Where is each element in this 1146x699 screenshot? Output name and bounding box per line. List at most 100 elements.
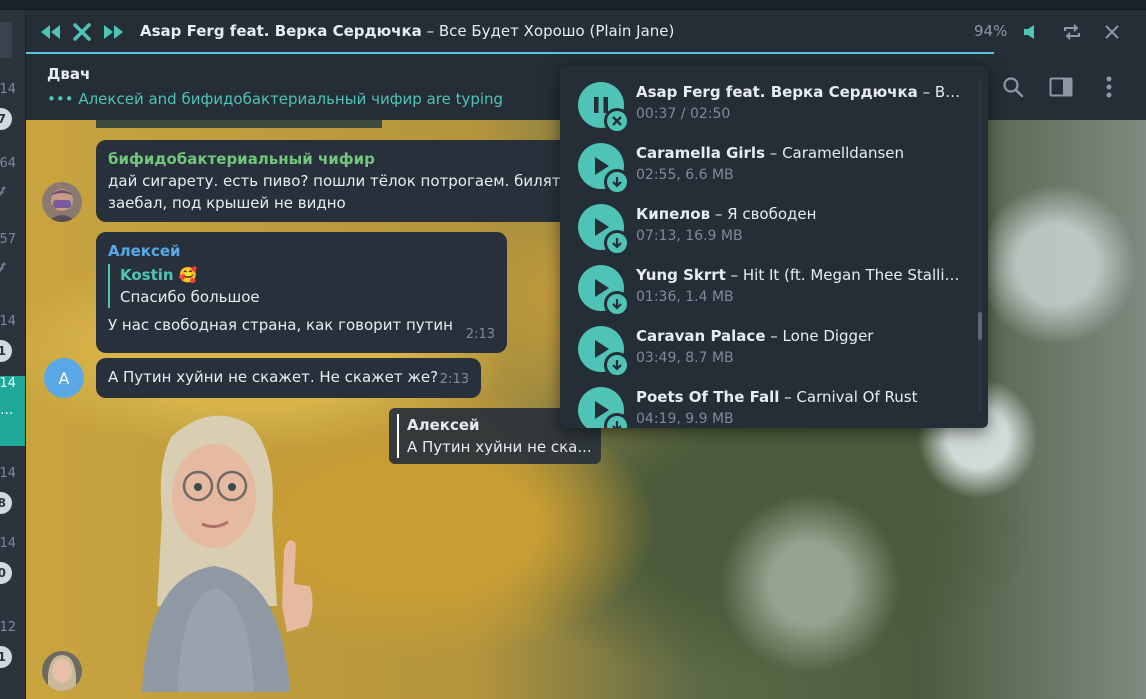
playlist-item-separator: – (765, 144, 783, 162)
avatar-letter: A (58, 368, 70, 388)
avatar[interactable] (42, 182, 82, 222)
playlist-item-track: Все Будет Хорошо (Plain Jane) (934, 83, 968, 101)
message-text: дай сигарету. есть пиво? пошли тёлок пот… (108, 172, 570, 190)
playlist-item-title: Caravan Palace – Lone Digger (636, 327, 968, 345)
typing-dots-icon: ••• (47, 90, 74, 108)
user-avatar-image (42, 651, 82, 691)
typing-indicator: ••• Алексей and бифидобактериальный чифи… (47, 90, 503, 108)
playlist-item-title: Кипелов – Я свободен (636, 205, 968, 223)
message-time: 2:13 (465, 327, 495, 342)
avatar[interactable] (42, 651, 82, 691)
playlist-item-meta: 07:13, 16.9 MB (636, 228, 743, 244)
quoted-reply[interactable]: Kostin 🥰 Спасибо большое (108, 264, 495, 308)
playlist-item[interactable]: Caravan Palace – Lone Digger 03:49, 8.7 M… (560, 310, 970, 378)
reply-text: А Путин хуйни не ска... (407, 438, 592, 456)
playlist-item[interactable]: Poets Of The Fall – Carnival Of Rust 04:1… (560, 371, 970, 428)
close-icon (73, 23, 91, 41)
chat-list-item[interactable]: 14 0 (0, 536, 25, 606)
message-bubble[interactable]: Алексей Kostin 🥰 Спасибо большое У нас с… (96, 232, 507, 353)
repeat-icon (1064, 24, 1080, 40)
playlist-popup[interactable]: Asap Ferg feat. Верка Сердючка – Все Буд… (560, 66, 988, 428)
chat-list-item[interactable]: 14 7 (0, 82, 25, 152)
download-icon (612, 238, 622, 249)
window-top-strip (0, 0, 1146, 10)
close-player-button[interactable] (1100, 20, 1124, 44)
typing-text: Алексей and бифидобактериальный чифир ar… (78, 90, 504, 108)
previous-track-button[interactable] (38, 20, 62, 44)
avatar[interactable]: A (44, 358, 84, 398)
playlist-item-separator: – (765, 327, 783, 345)
playlist-item-track: Lone Digger (782, 327, 874, 345)
playlist-item-artist: Yung Skrrt (636, 266, 726, 284)
sidebar-toggle-button[interactable] (1048, 74, 1074, 100)
chat-list-time: 14 (0, 466, 16, 481)
media-player-bar: Asap Ferg feat. Верка Сердючка – Все Буд… (26, 10, 1146, 54)
chat-list-item[interactable]: 12 1 (0, 620, 25, 690)
girl-thumbs-up-sticker (142, 415, 313, 692)
next-track-button[interactable] (102, 20, 126, 44)
now-playing-title[interactable]: Asap Ferg feat. Верка Сердючка – Все Буд… (140, 22, 674, 40)
quoted-sender: Kostin 🥰 (120, 266, 198, 284)
chat-list-time: 14 (0, 314, 16, 329)
message-sender: бифидобактериальный чифир (108, 150, 375, 168)
sticker-image[interactable] (122, 406, 322, 692)
fast-forward-icon (104, 25, 123, 39)
volume-button[interactable] (1020, 20, 1044, 44)
search-icon (1003, 77, 1024, 98)
message-bubble[interactable]: бифидобактериальный чифир дай сигарету. … (96, 140, 574, 222)
chat-list-panel: 147645714114...148140121 (0, 10, 26, 699)
playlist-item[interactable]: Asap Ferg feat. Верка Сердючка – Все Буд… (560, 66, 970, 134)
close-icon (1105, 25, 1119, 39)
photo-message-fragment[interactable] (96, 120, 382, 128)
playlist-item-meta: 04:19, 9.9 MB (636, 411, 734, 427)
chat-list-item[interactable]: 14 8 (0, 466, 25, 536)
quoted-text: Спасибо большое (120, 288, 260, 306)
playlist-item-artist: Caravan Palace (636, 327, 766, 345)
playlist-item-title: Yung Skrrt – Hit It (ft. Megan Thee Stal… (636, 266, 968, 284)
playlist-item-artist: Asap Ferg feat. Верка Сердючка (636, 83, 918, 101)
speaker-icon (1024, 25, 1034, 39)
playlist-item-meta: 02:55, 6.6 MB (636, 167, 734, 183)
playlist-scroll-track (978, 80, 982, 410)
search-button[interactable] (1000, 74, 1026, 100)
playlist-item-track: Hit It (ft. Megan Thee Stallion & Quavo) (742, 266, 968, 284)
unread-badge: 8 (0, 492, 12, 514)
rewind-icon (41, 25, 60, 39)
message-time: 2:13 (439, 372, 469, 387)
chat-title: Двач (47, 65, 91, 83)
playlist-item[interactable]: Yung Skrrt – Hit It (ft. Megan Thee Stal… (560, 249, 970, 317)
now-playing-track: Все Будет Хорошо (Plain Jane) (438, 22, 675, 40)
chat-list-item[interactable]: 57 (0, 232, 25, 302)
unread-badge: 0 (0, 562, 12, 584)
playlist-item-meta: 01:36, 1.4 MB (636, 289, 734, 305)
message-text: А Путин хуйни не скажет. Не скажет же? (108, 368, 439, 386)
more-vertical-icon (1106, 76, 1112, 98)
playlist-item-meta: 00:37 / 02:50 (636, 106, 731, 122)
stop-button[interactable] (70, 20, 94, 44)
playlist-item[interactable]: Кипелов – Я свободен 07:13, 16.9 MB (560, 188, 970, 256)
download-button[interactable] (604, 413, 630, 428)
message-bubble[interactable]: А Путин хуйни не скажет. Не скажет же? 2… (96, 358, 481, 398)
playlist-item-separator: – (779, 388, 797, 406)
download-icon (612, 177, 622, 188)
chat-list-item[interactable]: 14 1 (0, 314, 25, 384)
chat-list-scroll-handle[interactable] (0, 22, 12, 58)
close-icon (612, 116, 622, 126)
unread-badge: 7 (0, 108, 12, 130)
playlist-item-title: Asap Ferg feat. Верка Сердючка – Все Буд… (636, 83, 968, 101)
chat-list-time: 14 (0, 536, 16, 551)
playlist-item[interactable]: Caramella Girls – Caramelldansen 02:55, 6… (560, 127, 970, 195)
message-text: заебал, под крышей не видно (108, 194, 346, 212)
playlist-item-artist: Caramella Girls (636, 144, 766, 162)
chat-list-item[interactable]: 64 (0, 156, 25, 226)
volume-percent: 94% (974, 22, 1008, 40)
message-sender: Алексей (108, 242, 181, 260)
chat-list-time: 14 (0, 82, 16, 97)
typing-dots-icon: ... (0, 402, 14, 418)
repeat-button[interactable] (1060, 20, 1084, 44)
unread-badge: 1 (0, 646, 12, 668)
more-options-button[interactable] (1096, 74, 1122, 100)
playlist-scrollbar[interactable] (978, 312, 982, 340)
download-icon (612, 299, 622, 310)
chat-list-item[interactable]: 14... (0, 376, 25, 446)
